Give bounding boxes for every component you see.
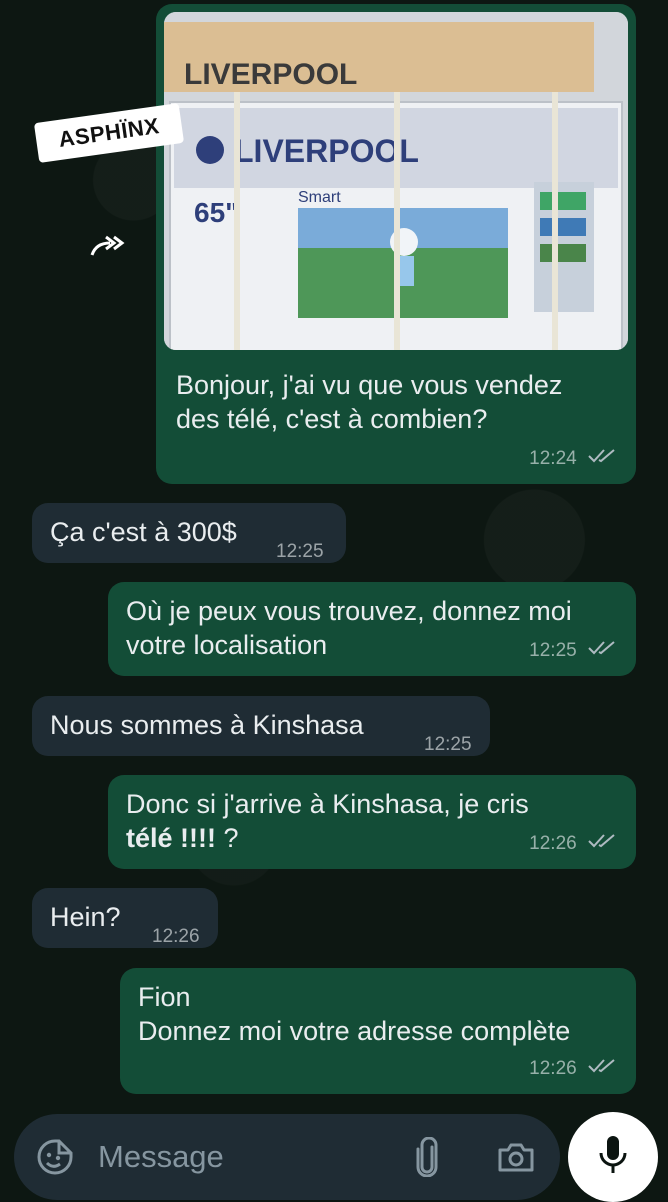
message-text-line: Fion xyxy=(138,982,191,1012)
message-text: Ça c'est à 300$ xyxy=(50,517,237,547)
message-time: 12:25 xyxy=(276,541,324,562)
message-bubble-outgoing-image[interactable]: LIVERPOOL LIVERPOOL 65" Smart Bonjour, j… xyxy=(156,4,636,484)
message-text-line: Donnez moi votre adresse complète xyxy=(138,1016,571,1046)
message-bubble-outgoing[interactable]: Où je peux vous trouvez, donnez moi votr… xyxy=(108,582,636,676)
attach-icon[interactable] xyxy=(410,1136,444,1178)
sticker-icon[interactable] xyxy=(34,1136,76,1178)
tv-box-photo[interactable]: LIVERPOOL LIVERPOOL 65" Smart xyxy=(164,12,628,350)
message-text-line: Où je peux vous trouvez, donnez moi xyxy=(126,596,572,626)
camera-icon[interactable] xyxy=(494,1136,538,1178)
double-check-read-icon xyxy=(588,442,618,476)
forward-icon[interactable] xyxy=(88,226,132,266)
double-check-read-icon xyxy=(588,634,618,668)
mic-button[interactable] xyxy=(568,1112,658,1202)
message-time: 12:25 xyxy=(424,734,472,755)
message-time: 12:26 xyxy=(529,1058,577,1079)
message-text-line: des télé, c'est à combien? xyxy=(176,404,488,434)
message-text: Hein? xyxy=(50,902,121,932)
message-text-line: Donc si j'arrive à Kinshasa, je cris xyxy=(126,789,529,819)
message-input-placeholder[interactable]: Message xyxy=(98,1139,224,1175)
message-bubble-incoming[interactable]: Ça c'est à 300$ 12:25 xyxy=(32,503,346,563)
message-text-line: Bonjour, j'ai vu que vous vendez xyxy=(176,370,563,400)
double-check-read-icon xyxy=(588,827,618,861)
message-time: 12:26 xyxy=(529,833,577,854)
message-bubble-outgoing[interactable]: Donc si j'arrive à Kinshasa, je cris tél… xyxy=(108,775,636,869)
message-time: 12:24 xyxy=(529,448,577,469)
message-bubble-incoming[interactable]: Hein? 12:26 xyxy=(32,888,218,948)
message-text-bold: télé !!!! xyxy=(126,823,216,853)
message-input-bar[interactable]: Message xyxy=(14,1114,560,1200)
mic-icon xyxy=(596,1134,630,1181)
message-text-rest: ? xyxy=(216,823,239,853)
message-text: Nous sommes à Kinshasa xyxy=(50,710,364,740)
message-time: 12:25 xyxy=(529,640,577,661)
message-bubble-incoming[interactable]: Nous sommes à Kinshasa 12:25 xyxy=(32,696,490,756)
message-bubble-outgoing[interactable]: Fion Donnez moi votre adresse complète 1… xyxy=(120,968,636,1094)
double-check-read-icon xyxy=(588,1052,618,1086)
message-time: 12:26 xyxy=(152,926,200,947)
